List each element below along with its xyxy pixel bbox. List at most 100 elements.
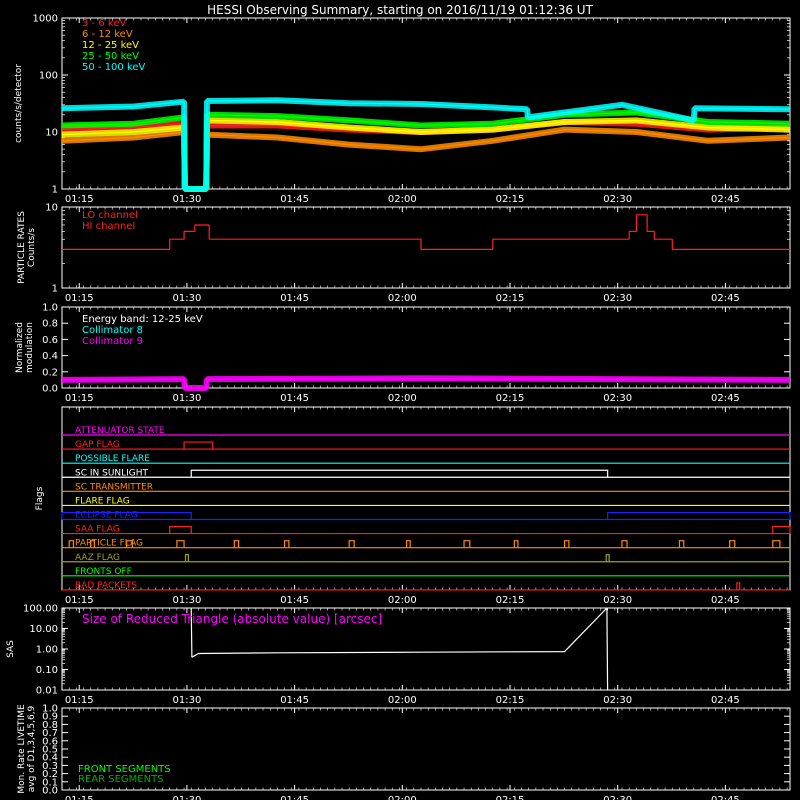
y-axis-label: Mon. Rate LIVETIME <box>17 704 27 794</box>
y-tick-label: 0.6 <box>42 335 58 346</box>
x-tick-label: 01:30 <box>173 393 202 404</box>
flag-segment <box>233 540 240 548</box>
x-tick-label: 01:30 <box>173 695 202 706</box>
x-tick-label: 01:45 <box>280 293 309 304</box>
x-tick-label: 02:00 <box>388 293 417 304</box>
legend-entry: LO channel <box>82 210 138 221</box>
x-tick-label: 01:30 <box>173 293 202 304</box>
y-axis-label: PARTICLE RATES <box>17 211 27 284</box>
x-tick-label: 01:45 <box>280 194 309 205</box>
flag-row: ATTENUATOR STATE <box>62 426 790 436</box>
flag-row: SAA FLAG <box>62 525 791 535</box>
y-axis-label: counts/s/detector <box>14 64 24 143</box>
flag-label: AAZ FLAG <box>75 553 120 563</box>
flag-segment <box>729 540 736 548</box>
flag-label: GAP FLAG <box>75 440 120 450</box>
panel-6: 01:15 01:30 01:45 02:00 02:15 02:30 02:45 Mon. … <box>17 704 791 800</box>
series-line <box>62 214 790 250</box>
x-tick-label: 01:45 <box>280 695 309 706</box>
x-tick-label: 02:45 <box>711 695 740 706</box>
legend-entry: Collimator 9 <box>82 336 143 347</box>
energy-band-annotation: Energy band: 12-25 keV <box>82 314 203 325</box>
x-tick-label: 02:45 <box>711 795 740 800</box>
panel-frame <box>61 206 791 289</box>
x-tick-label: 01:15 <box>65 194 94 205</box>
x-tick-label: 02:00 <box>388 194 417 205</box>
flag-segment <box>190 469 609 478</box>
x-tick-label: 02:15 <box>496 695 525 706</box>
y-axis-label: avg of D1,3,4,5,6,9 <box>27 705 37 792</box>
flag-label: SAA FLAG <box>75 525 120 535</box>
x-tick-label: 02:30 <box>603 795 632 800</box>
flag-segment <box>176 540 185 548</box>
panel-1: 01:15 01:30 01:45 02:00 02:15 02:30 02:45 count… <box>14 14 791 205</box>
y-tick-label: 0.0 <box>42 384 58 395</box>
series-line <box>61 97 791 192</box>
flag-row: FRONTS OFF <box>62 567 790 577</box>
y-tick-label: 0.2 <box>42 367 58 378</box>
x-tick-label: 02:15 <box>496 595 525 606</box>
panel-2: 01:15 01:30 01:45 02:00 02:15 02:30 02:45 PARTI… <box>17 203 791 304</box>
flag-row: SC IN SUNLIGHT <box>62 468 790 478</box>
flag-label: FLARE FLAG <box>75 496 130 506</box>
flag-segment <box>183 441 214 450</box>
x-tick-label: 02:30 <box>603 695 632 706</box>
flag-segment <box>406 540 411 548</box>
legend-entry: 6 - 12 keV <box>82 29 133 40</box>
panels: 01:15 01:30 01:45 02:00 02:15 02:30 02:45 count… <box>6 14 791 800</box>
flag-row: PARTICLE FLAG <box>62 539 790 549</box>
x-tick-label: 02:15 <box>496 194 525 205</box>
flag-segment <box>463 540 471 548</box>
flag-label: POSSIBLE FLARE <box>75 454 150 464</box>
sas-annotation: Size of Reduced Triangle (absolute value… <box>82 612 382 626</box>
flag-segment <box>605 554 610 562</box>
legend-entry: 3 - 6 keV <box>82 18 126 29</box>
flag-row: GAP FLAG <box>62 440 790 450</box>
y-axis-label: SAS <box>6 640 16 658</box>
flag-row: AAZ FLAG <box>62 553 790 563</box>
y-axis-label: modulation <box>25 322 35 373</box>
series-line-core <box>61 99 791 190</box>
flag-row: SC TRANSMITTER <box>62 482 790 492</box>
x-tick-label: 01:15 <box>65 293 94 304</box>
x-tick-label: 01:15 <box>65 393 94 404</box>
y-tick-label: 0.01 <box>36 686 58 697</box>
panel-3: 01:15 01:30 01:45 02:00 02:15 02:30 02:45 Norma… <box>15 303 791 404</box>
flag-segment <box>772 540 781 548</box>
legend-entry: Collimator 8 <box>82 325 143 336</box>
flag-row: POSSIBLE FLARE <box>62 454 790 464</box>
y-axis-label: Normalized <box>15 322 25 373</box>
flag-label: BAD PACKETS <box>75 581 137 591</box>
chart-title: HESSI Observing Summary, starting on 201… <box>207 3 593 17</box>
x-tick-label: 01:30 <box>173 194 202 205</box>
flag-row: ECLIPSE FLAG <box>61 511 791 521</box>
y-tick-label: 0.4 <box>42 351 58 362</box>
flag-label: SC IN SUNLIGHT <box>75 468 149 478</box>
y-tick-label: 1000 <box>33 14 58 25</box>
flag-label: FRONTS OFF <box>75 567 132 577</box>
x-tick-label: 02:15 <box>496 393 525 404</box>
y-tick-label: 1 <box>52 185 58 196</box>
x-tick-label: 02:30 <box>603 595 632 606</box>
flag-segment <box>283 540 290 548</box>
flag-segment <box>563 540 570 548</box>
x-tick-label: 02:45 <box>711 293 740 304</box>
x-tick-label: 02:30 <box>603 293 632 304</box>
x-tick-label: 01:15 <box>65 795 94 800</box>
flag-label: ATTENUATOR STATE <box>75 426 165 436</box>
flag-row: FLARE FLAG <box>62 496 790 506</box>
y-tick-label: 100.00 <box>23 604 58 615</box>
y-tick-label: 1.0 <box>42 303 58 314</box>
y-tick-label: 1.0 <box>42 704 58 715</box>
x-tick-label: 02:00 <box>388 595 417 606</box>
legend-entry: 50 - 100 keV <box>82 62 146 73</box>
series-line <box>61 117 791 192</box>
flag-segment <box>621 540 628 548</box>
hessi-summary-chart: HESSI Observing Summary, starting on 201… <box>6 3 791 800</box>
x-tick-label: 02:00 <box>388 695 417 706</box>
x-tick-label: 01:15 <box>65 595 94 606</box>
flag-segment <box>736 582 741 590</box>
flag-segment <box>68 540 75 548</box>
x-tick-label: 02:15 <box>496 293 525 304</box>
y-axis-label: Counts/s <box>27 228 37 267</box>
